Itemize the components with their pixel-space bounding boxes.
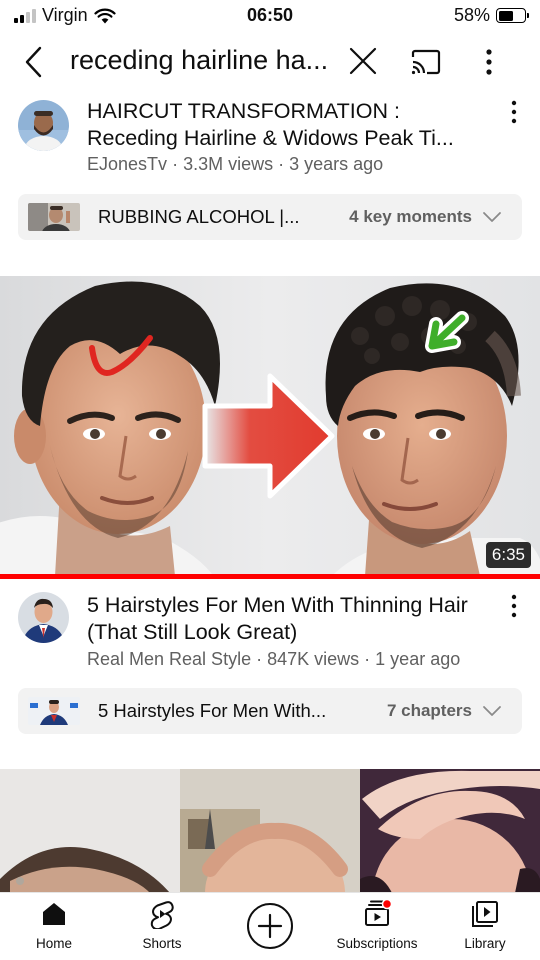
chapters-bar[interactable]: 5 Hairstyles For Men With... 7 chapters [18,688,522,734]
chevron-down-icon [483,212,501,222]
search-input[interactable]: receding hairline ha... [70,45,338,76]
status-bar: Virgin 06:50 58% [0,0,540,32]
moments-label: RUBBING ALCOHOL |... [98,206,300,227]
cast-icon[interactable] [410,48,442,76]
channel-name[interactable]: EJonesTv [87,154,167,174]
nav-shorts[interactable]: Shorts [112,899,212,957]
nav-home[interactable]: Home [4,899,104,957]
more-vert-icon[interactable] [504,592,524,620]
more-vert-icon[interactable] [478,46,500,78]
channel-avatar[interactable] [18,592,69,643]
video-title[interactable]: HAIRCUT TRANSFORMATION : Receding Hairli… [87,98,487,152]
view-count: 3.3M views [183,154,274,174]
create-icon[interactable] [246,902,294,950]
channel-avatar[interactable] [18,100,69,151]
chapters-label: 5 Hairstyles For Men With... [98,700,327,721]
library-icon [472,901,498,927]
battery-icon [496,8,529,23]
video-thumbnail[interactable]: 6:35 [0,276,540,578]
thumbnail-image [0,276,540,578]
video-result[interactable]: 5 Hairstyles For Men With Thinning Hair … [0,590,540,680]
video-result[interactable]: HAIRCUT TRANSFORMATION : Receding Hairli… [0,96,540,186]
chapter-thumbnail [28,697,80,725]
clear-icon[interactable] [348,46,378,76]
back-icon[interactable] [20,44,48,80]
video-title[interactable]: 5 Hairstyles For Men With Thinning Hair … [87,592,487,646]
chapters-count: 7 chapters [386,701,472,720]
video-thumbnail[interactable] [0,769,540,893]
moment-thumbnail [28,203,80,231]
video-duration: 6:35 [485,542,531,568]
nav-library-label: Library [464,936,506,951]
nav-subscriptions-label: Subscriptions [336,936,418,951]
home-icon [43,903,65,925]
moments-count: 4 key moments [349,207,472,226]
video-meta: Real Men Real Style · 847K views · 1 yea… [87,649,461,669]
search-header: receding hairline ha... [0,36,540,88]
upload-age: 1 year ago [375,649,461,669]
key-moments-bar[interactable]: RUBBING ALCOHOL |... 4 key moments [18,194,522,240]
shorts-icon [150,901,174,929]
bottom-navigation: Home Shorts Subscriptions Library [0,892,540,960]
upload-age: 3 years ago [289,154,384,174]
more-vert-icon[interactable] [504,98,524,126]
battery-percent: 58% [453,5,490,25]
chevron-down-icon [483,706,501,716]
nav-library[interactable]: Library [435,899,535,957]
subscriptions-icon [365,899,392,926]
nav-home-label: Home [35,936,72,951]
video-meta: EJonesTv · 3.3M views · 3 years ago [87,154,384,174]
channel-name[interactable]: Real Men Real Style [87,649,251,669]
nav-shorts-label: Shorts [142,936,182,951]
watch-progress-bar [0,574,540,579]
view-count: 847K views [267,649,360,669]
thumbnail-image [0,769,540,893]
nav-subscriptions[interactable]: Subscriptions [327,899,427,957]
